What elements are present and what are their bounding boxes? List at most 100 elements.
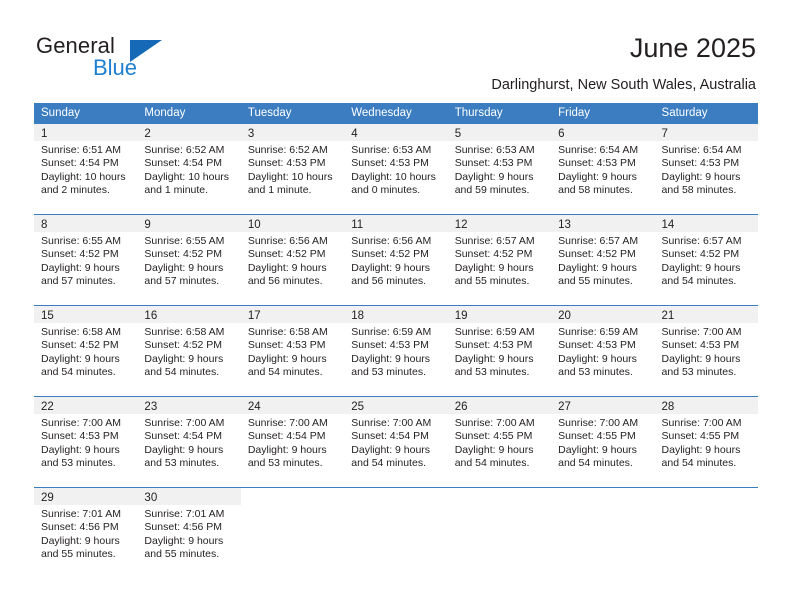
day-detail-line: and 54 minutes. bbox=[454, 457, 530, 470]
day-cell-empty bbox=[344, 488, 448, 569]
day-number: 16 bbox=[144, 310, 158, 322]
day-cell[interactable]: 10 Sunrise: 6:56 AM Sunset: 4:52 PM Dayligh… bbox=[240, 215, 345, 296]
day-cell[interactable]: 20 Sunrise: 6:59 AM Sunset: 4:53 PM Dayligh… bbox=[551, 306, 655, 387]
day-detail-line: Sunset: 4:53 PM bbox=[41, 430, 119, 443]
day-number-band: 1 bbox=[34, 124, 138, 141]
day-cell[interactable]: 3 Sunrise: 6:52 AM Sunset: 4:53 PM Daylight… bbox=[240, 124, 345, 205]
day-cell[interactable]: 26 Sunrise: 7:00 AM Sunset: 4:55 PM Dayligh… bbox=[447, 397, 552, 478]
day-detail-line: Daylight: 9 hours bbox=[247, 261, 327, 274]
day-detail-text: Sunrise: 7:00 AM Sunset: 4:54 PM Daylight:… bbox=[241, 414, 344, 471]
day-detail-text bbox=[344, 505, 447, 508]
day-detail-line: and 54 minutes. bbox=[351, 457, 426, 470]
day-detail-line: and 1 minute. bbox=[247, 184, 312, 197]
day-detail-line: Sunrise: 6:54 AM bbox=[661, 144, 742, 156]
day-cell[interactable]: 2 Sunrise: 6:52 AM Sunset: 4:54 PM Daylight… bbox=[137, 124, 241, 205]
day-detail-line: Sunrise: 7:00 AM bbox=[41, 417, 121, 429]
day-detail-line: and 55 minutes. bbox=[41, 548, 116, 561]
day-number-band bbox=[654, 488, 758, 505]
day-number-band: 5 bbox=[447, 124, 552, 141]
day-cell[interactable]: 29 Sunrise: 7:01 AM Sunset: 4:56 PM Dayligh… bbox=[34, 488, 138, 569]
day-cell[interactable]: 11 Sunrise: 6:56 AM Sunset: 4:52 PM Dayligh… bbox=[344, 215, 448, 296]
day-cell[interactable]: 28 Sunrise: 7:00 AM Sunset: 4:55 PM Dayligh… bbox=[654, 397, 758, 478]
day-detail-line: Daylight: 9 hours bbox=[351, 261, 431, 274]
day-detail-text: Sunrise: 6:52 AM Sunset: 4:54 PM Daylight:… bbox=[137, 141, 240, 198]
day-number-band: 27 bbox=[551, 397, 655, 414]
day-number-band: 7 bbox=[654, 124, 758, 141]
day-detail-line: Sunset: 4:52 PM bbox=[144, 248, 223, 261]
day-number-band: 6 bbox=[551, 124, 655, 141]
day-detail-line: Sunset: 4:52 PM bbox=[661, 248, 740, 261]
day-cell[interactable]: 16 Sunrise: 6:58 AM Sunset: 4:52 PM Dayligh… bbox=[137, 306, 241, 387]
page-subtitle: Darlinghurst, New South Wales, Australia bbox=[491, 77, 756, 93]
day-detail-line: Sunset: 4:53 PM bbox=[661, 157, 740, 170]
day-cell[interactable]: 23 Sunrise: 7:00 AM Sunset: 4:54 PM Dayligh… bbox=[137, 397, 241, 478]
calendar-week-row: 22 Sunrise: 7:00 AM Sunset: 4:53 PM Dayligh… bbox=[34, 396, 758, 478]
day-number: 30 bbox=[144, 492, 158, 504]
day-detail-line: and 53 minutes. bbox=[247, 457, 323, 470]
day-detail-line: Daylight: 9 hours bbox=[247, 443, 327, 456]
day-cell[interactable]: 12 Sunrise: 6:57 AM Sunset: 4:52 PM Dayligh… bbox=[447, 215, 552, 296]
day-number-band: 12 bbox=[447, 215, 552, 232]
day-cell[interactable]: 17 Sunrise: 6:58 AM Sunset: 4:53 PM Dayligh… bbox=[240, 306, 345, 387]
day-cell[interactable]: 24 Sunrise: 7:00 AM Sunset: 4:54 PM Dayligh… bbox=[240, 397, 345, 478]
day-cell[interactable]: 19 Sunrise: 6:59 AM Sunset: 4:53 PM Dayligh… bbox=[447, 306, 552, 387]
day-detail-line: Sunrise: 6:51 AM bbox=[41, 144, 121, 156]
day-cell[interactable]: 18 Sunrise: 6:59 AM Sunset: 4:53 PM Dayligh… bbox=[344, 306, 448, 387]
day-detail-line: Sunset: 4:56 PM bbox=[144, 521, 223, 534]
general-blue-logo[interactable]: General Blue bbox=[36, 33, 216, 89]
day-detail-line: Sunset: 4:52 PM bbox=[144, 339, 223, 352]
day-number: 28 bbox=[661, 401, 675, 413]
day-cell[interactable]: 15 Sunrise: 6:58 AM Sunset: 4:52 PM Dayligh… bbox=[34, 306, 138, 387]
day-detail-line: and 55 minutes. bbox=[144, 548, 220, 561]
day-detail-text: Sunrise: 7:00 AM Sunset: 4:54 PM Daylight:… bbox=[344, 414, 447, 471]
calendar-week-row: 29 Sunrise: 7:01 AM Sunset: 4:56 PM Dayligh… bbox=[34, 487, 758, 569]
day-cell-empty bbox=[240, 488, 345, 569]
day-number: 22 bbox=[41, 401, 54, 413]
day-detail-line: and 58 minutes. bbox=[661, 184, 737, 197]
day-detail-text: Sunrise: 6:59 AM Sunset: 4:53 PM Daylight:… bbox=[344, 323, 447, 380]
day-detail-line: Daylight: 10 hours bbox=[41, 170, 126, 183]
day-detail-line: Sunrise: 6:58 AM bbox=[247, 326, 328, 338]
day-detail-line: Sunrise: 7:00 AM bbox=[351, 417, 432, 429]
day-cell[interactable]: 8 Sunrise: 6:55 AM Sunset: 4:52 PM Daylight… bbox=[34, 215, 138, 296]
day-number-band: 11 bbox=[344, 215, 448, 232]
day-cell[interactable]: 1 Sunrise: 6:51 AM Sunset: 4:54 PM Daylight… bbox=[34, 124, 138, 205]
day-detail-line: Sunset: 4:52 PM bbox=[454, 248, 533, 261]
day-cell[interactable]: 14 Sunrise: 6:57 AM Sunset: 4:52 PM Dayligh… bbox=[654, 215, 758, 296]
day-cell[interactable]: 4 Sunrise: 6:53 AM Sunset: 4:53 PM Daylight… bbox=[344, 124, 448, 205]
day-number: 29 bbox=[41, 492, 54, 504]
day-detail-line: and 0 minutes. bbox=[351, 184, 421, 197]
day-cell[interactable]: 27 Sunrise: 7:00 AM Sunset: 4:55 PM Dayligh… bbox=[551, 397, 655, 478]
day-detail-line: Sunset: 4:54 PM bbox=[144, 157, 223, 170]
day-detail-line: Sunrise: 6:53 AM bbox=[454, 144, 535, 156]
day-detail-line: Daylight: 9 hours bbox=[144, 352, 224, 365]
day-number-band: 29 bbox=[34, 488, 138, 505]
day-detail-line: Sunrise: 6:59 AM bbox=[351, 326, 432, 338]
day-detail-line: Daylight: 10 hours bbox=[144, 170, 230, 183]
day-cell[interactable]: 22 Sunrise: 7:00 AM Sunset: 4:53 PM Dayligh… bbox=[34, 397, 138, 478]
day-cell[interactable]: 7 Sunrise: 6:54 AM Sunset: 4:53 PM Daylight… bbox=[654, 124, 758, 205]
day-cell[interactable]: 9 Sunrise: 6:55 AM Sunset: 4:52 PM Daylight… bbox=[137, 215, 241, 296]
month-calendar: Sunday Monday Tuesday Wednesday Thursday Frid… bbox=[34, 103, 758, 569]
calendar-week-row: 15 Sunrise: 6:58 AM Sunset: 4:52 PM Dayligh… bbox=[34, 305, 758, 387]
day-cell[interactable]: 5 Sunrise: 6:53 AM Sunset: 4:53 PM Daylight… bbox=[447, 124, 552, 205]
day-cell[interactable]: 13 Sunrise: 6:57 AM Sunset: 4:52 PM Dayligh… bbox=[551, 215, 655, 296]
day-detail-line: Sunrise: 6:52 AM bbox=[247, 144, 328, 156]
day-cell[interactable]: 21 Sunrise: 7:00 AM Sunset: 4:53 PM Dayligh… bbox=[654, 306, 758, 387]
day-detail-text: Sunrise: 6:57 AM Sunset: 4:52 PM Daylight:… bbox=[551, 232, 654, 289]
day-detail-line: Sunset: 4:53 PM bbox=[351, 157, 429, 170]
day-detail-line: Daylight: 9 hours bbox=[41, 261, 120, 274]
day-detail-line: Daylight: 9 hours bbox=[454, 261, 534, 274]
day-detail-line: Sunset: 4:53 PM bbox=[351, 339, 429, 352]
calendar-weeks: 1 Sunrise: 6:51 AM Sunset: 4:54 PM Daylight… bbox=[34, 124, 758, 569]
day-detail-text: Sunrise: 6:58 AM Sunset: 4:53 PM Daylight:… bbox=[241, 323, 344, 380]
day-cell[interactable]: 6 Sunrise: 6:54 AM Sunset: 4:53 PM Daylight… bbox=[551, 124, 655, 205]
day-detail-line: and 55 minutes. bbox=[454, 275, 530, 288]
day-detail-line: Sunrise: 6:57 AM bbox=[454, 235, 535, 247]
day-cell[interactable]: 25 Sunrise: 7:00 AM Sunset: 4:54 PM Dayligh… bbox=[344, 397, 448, 478]
day-detail-text: Sunrise: 6:58 AM Sunset: 4:52 PM Daylight:… bbox=[34, 323, 137, 380]
day-cell[interactable]: 30 Sunrise: 7:01 AM Sunset: 4:56 PM Dayligh… bbox=[137, 488, 241, 569]
day-detail-line: Daylight: 9 hours bbox=[247, 352, 327, 365]
day-number-band: 17 bbox=[240, 306, 345, 323]
day-detail-text: Sunrise: 6:55 AM Sunset: 4:52 PM Daylight:… bbox=[137, 232, 240, 289]
